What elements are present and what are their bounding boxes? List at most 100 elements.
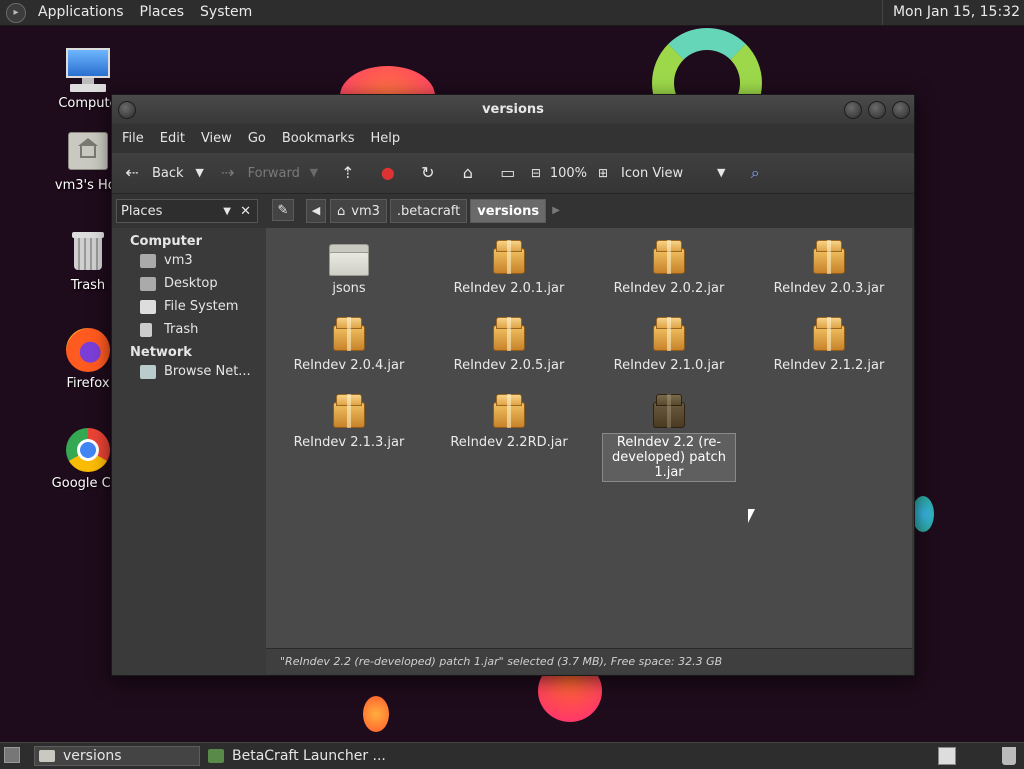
- view-mode-select[interactable]: Icon View: [621, 166, 683, 181]
- menu-bookmarks[interactable]: Bookmarks: [274, 131, 363, 146]
- sidebar-heading-computer: Computer: [130, 234, 203, 249]
- back-button[interactable]: ⇠ Back: [122, 163, 183, 183]
- close-sidebar-icon[interactable]: ✕: [240, 204, 251, 219]
- menu-go[interactable]: Go: [240, 131, 274, 146]
- breadcrumb: ⌂ vm3 .betacraft versions ▶: [330, 199, 563, 223]
- menu-file[interactable]: File: [114, 131, 152, 146]
- wallpaper-small-blob: [363, 696, 389, 732]
- system-menu[interactable]: System: [192, 0, 260, 25]
- show-desktop-icon[interactable]: [4, 747, 20, 763]
- maximize-button[interactable]: [868, 101, 886, 119]
- window-menu-button[interactable]: [118, 101, 136, 119]
- window-titlebar[interactable]: versions: [112, 95, 914, 124]
- reload-icon[interactable]: ↻: [418, 163, 438, 183]
- workspace-switcher[interactable]: [938, 747, 956, 765]
- jar-package-icon: [492, 317, 526, 351]
- betacraft-icon: [208, 749, 224, 763]
- back-history-dropdown[interactable]: ▼: [190, 163, 210, 183]
- trash-applet-icon[interactable]: [1002, 747, 1016, 765]
- jar-package-icon: [812, 317, 846, 351]
- sidebar-item-file-system[interactable]: File System: [112, 295, 263, 318]
- chrome-icon: [64, 426, 112, 474]
- mouse-cursor-icon: [748, 509, 755, 523]
- jar-package-icon: [332, 317, 366, 351]
- file-name: ReIndev 2.0.1.jar: [453, 281, 565, 296]
- edit-location-icon[interactable]: ✎: [272, 199, 294, 221]
- trash-icon: [64, 228, 112, 276]
- file-name: ReIndev 2.2 (re-developed) patch 1.jar: [594, 433, 744, 482]
- breadcrumb-right-icon[interactable]: ▶: [549, 199, 563, 223]
- breadcrumb-vm3[interactable]: ⌂ vm3: [330, 199, 387, 223]
- stop-icon[interactable]: ●: [378, 163, 398, 183]
- menu-help[interactable]: Help: [362, 131, 408, 146]
- computer-icon: [64, 46, 112, 94]
- zoom-level: 100%: [549, 165, 588, 181]
- file-item[interactable]: ReIndev 2.0.1.jar: [434, 240, 584, 296]
- sidebar-places-select[interactable]: Places ▼ ✕: [116, 199, 258, 223]
- file-item-jsons[interactable]: jsons: [274, 240, 424, 296]
- sidebar-item-vm3[interactable]: vm3: [112, 249, 263, 272]
- file-name: ReIndev 2.0.2.jar: [613, 281, 725, 296]
- folder-icon: [327, 240, 371, 278]
- network-icon: [140, 364, 156, 379]
- computer-icon[interactable]: ▭: [498, 163, 518, 183]
- jar-package-icon: [332, 394, 366, 428]
- file-name: ReIndev 2.0.3.jar: [773, 281, 885, 296]
- minimize-button[interactable]: [844, 101, 862, 119]
- wallpaper-teal-blob: [912, 496, 934, 532]
- applications-menu[interactable]: Applications: [30, 0, 132, 25]
- jar-package-icon: [652, 317, 686, 351]
- forward-label: Forward: [247, 165, 300, 181]
- home-icon[interactable]: ⌂: [458, 163, 478, 183]
- window-title: versions: [482, 102, 544, 117]
- sidebar: Computer vm3 Desktop File System Trash N…: [112, 228, 263, 648]
- breadcrumb-versions[interactable]: versions: [470, 199, 547, 223]
- file-name: ReIndev 2.0.5.jar: [453, 358, 565, 373]
- jar-package-icon: [492, 240, 526, 274]
- file-item[interactable]: ReIndev 2.0.5.jar: [434, 317, 584, 373]
- breadcrumb-betacraft[interactable]: .betacraft: [389, 199, 468, 223]
- file-item[interactable]: ReIndev 2.0.2.jar: [594, 240, 744, 296]
- file-item[interactable]: ReIndev 2.1.0.jar: [594, 317, 744, 373]
- file-manager-window: versions File Edit View Go Bookmarks Hel…: [111, 94, 915, 676]
- forward-history-dropdown[interactable]: ▼: [304, 163, 324, 183]
- zoom-in-icon[interactable]: ⊞: [593, 163, 613, 183]
- firefox-icon: [64, 326, 112, 374]
- breadcrumb-left-icon[interactable]: ◀: [306, 199, 326, 223]
- search-icon[interactable]: ⌕: [745, 163, 765, 183]
- close-button[interactable]: [892, 101, 910, 119]
- toolbar: ⇠ Back ▼ ⇢ Forward ▼ ⇡ ● ↻ ⌂ ▭ ⊟ 100% ⊞ …: [112, 153, 914, 194]
- file-item[interactable]: ReIndev 2.0.4.jar: [274, 317, 424, 373]
- file-name: ReIndev 2.1.2.jar: [773, 358, 885, 373]
- system-menu-icon[interactable]: ▸: [6, 2, 26, 23]
- home-icon: [140, 253, 156, 268]
- jar-package-icon: [812, 240, 846, 274]
- jar-package-icon: [492, 394, 526, 428]
- task-versions[interactable]: versions: [34, 746, 200, 766]
- file-view: jsons ReIndev 2.0.1.jar ReIndev 2.0.2.ja…: [266, 228, 912, 648]
- menu-edit[interactable]: Edit: [152, 131, 193, 146]
- menu-view[interactable]: View: [193, 131, 240, 146]
- sidebar-item-browse-network[interactable]: Browse Net...: [112, 360, 263, 383]
- view-mode-dropdown-icon[interactable]: ▼: [711, 163, 731, 183]
- forward-button[interactable]: ⇢ Forward: [218, 163, 300, 183]
- file-name: ReIndev 2.0.4.jar: [293, 358, 405, 373]
- file-item[interactable]: ReIndev 2.1.2.jar: [754, 317, 904, 373]
- forward-arrow-icon: ⇢: [220, 163, 235, 182]
- file-item[interactable]: ReIndev 2.1.3.jar: [274, 394, 424, 450]
- trash-icon: [140, 322, 152, 337]
- home-folder-icon: [64, 128, 112, 176]
- sidebar-item-trash[interactable]: Trash: [112, 318, 263, 341]
- folder-icon: [39, 750, 55, 762]
- zoom-out-icon[interactable]: ⊟: [526, 163, 546, 183]
- up-arrow-icon[interactable]: ⇡: [338, 163, 358, 183]
- file-item[interactable]: ReIndev 2.0.3.jar: [754, 240, 904, 296]
- places-menu[interactable]: Places: [132, 0, 193, 25]
- file-item-selected[interactable]: ReIndev 2.2 (re-developed) patch 1.jar: [594, 394, 744, 482]
- file-item[interactable]: ReIndev 2.2RD.jar: [434, 394, 584, 450]
- chevron-down-icon: ▼: [223, 205, 231, 217]
- task-betacraft[interactable]: BetaCraft Launcher ...: [206, 746, 386, 766]
- home-icon: ⌂: [337, 204, 346, 219]
- sidebar-item-desktop[interactable]: Desktop: [112, 272, 263, 295]
- clock[interactable]: Mon Jan 15, 15:32: [881, 0, 1024, 25]
